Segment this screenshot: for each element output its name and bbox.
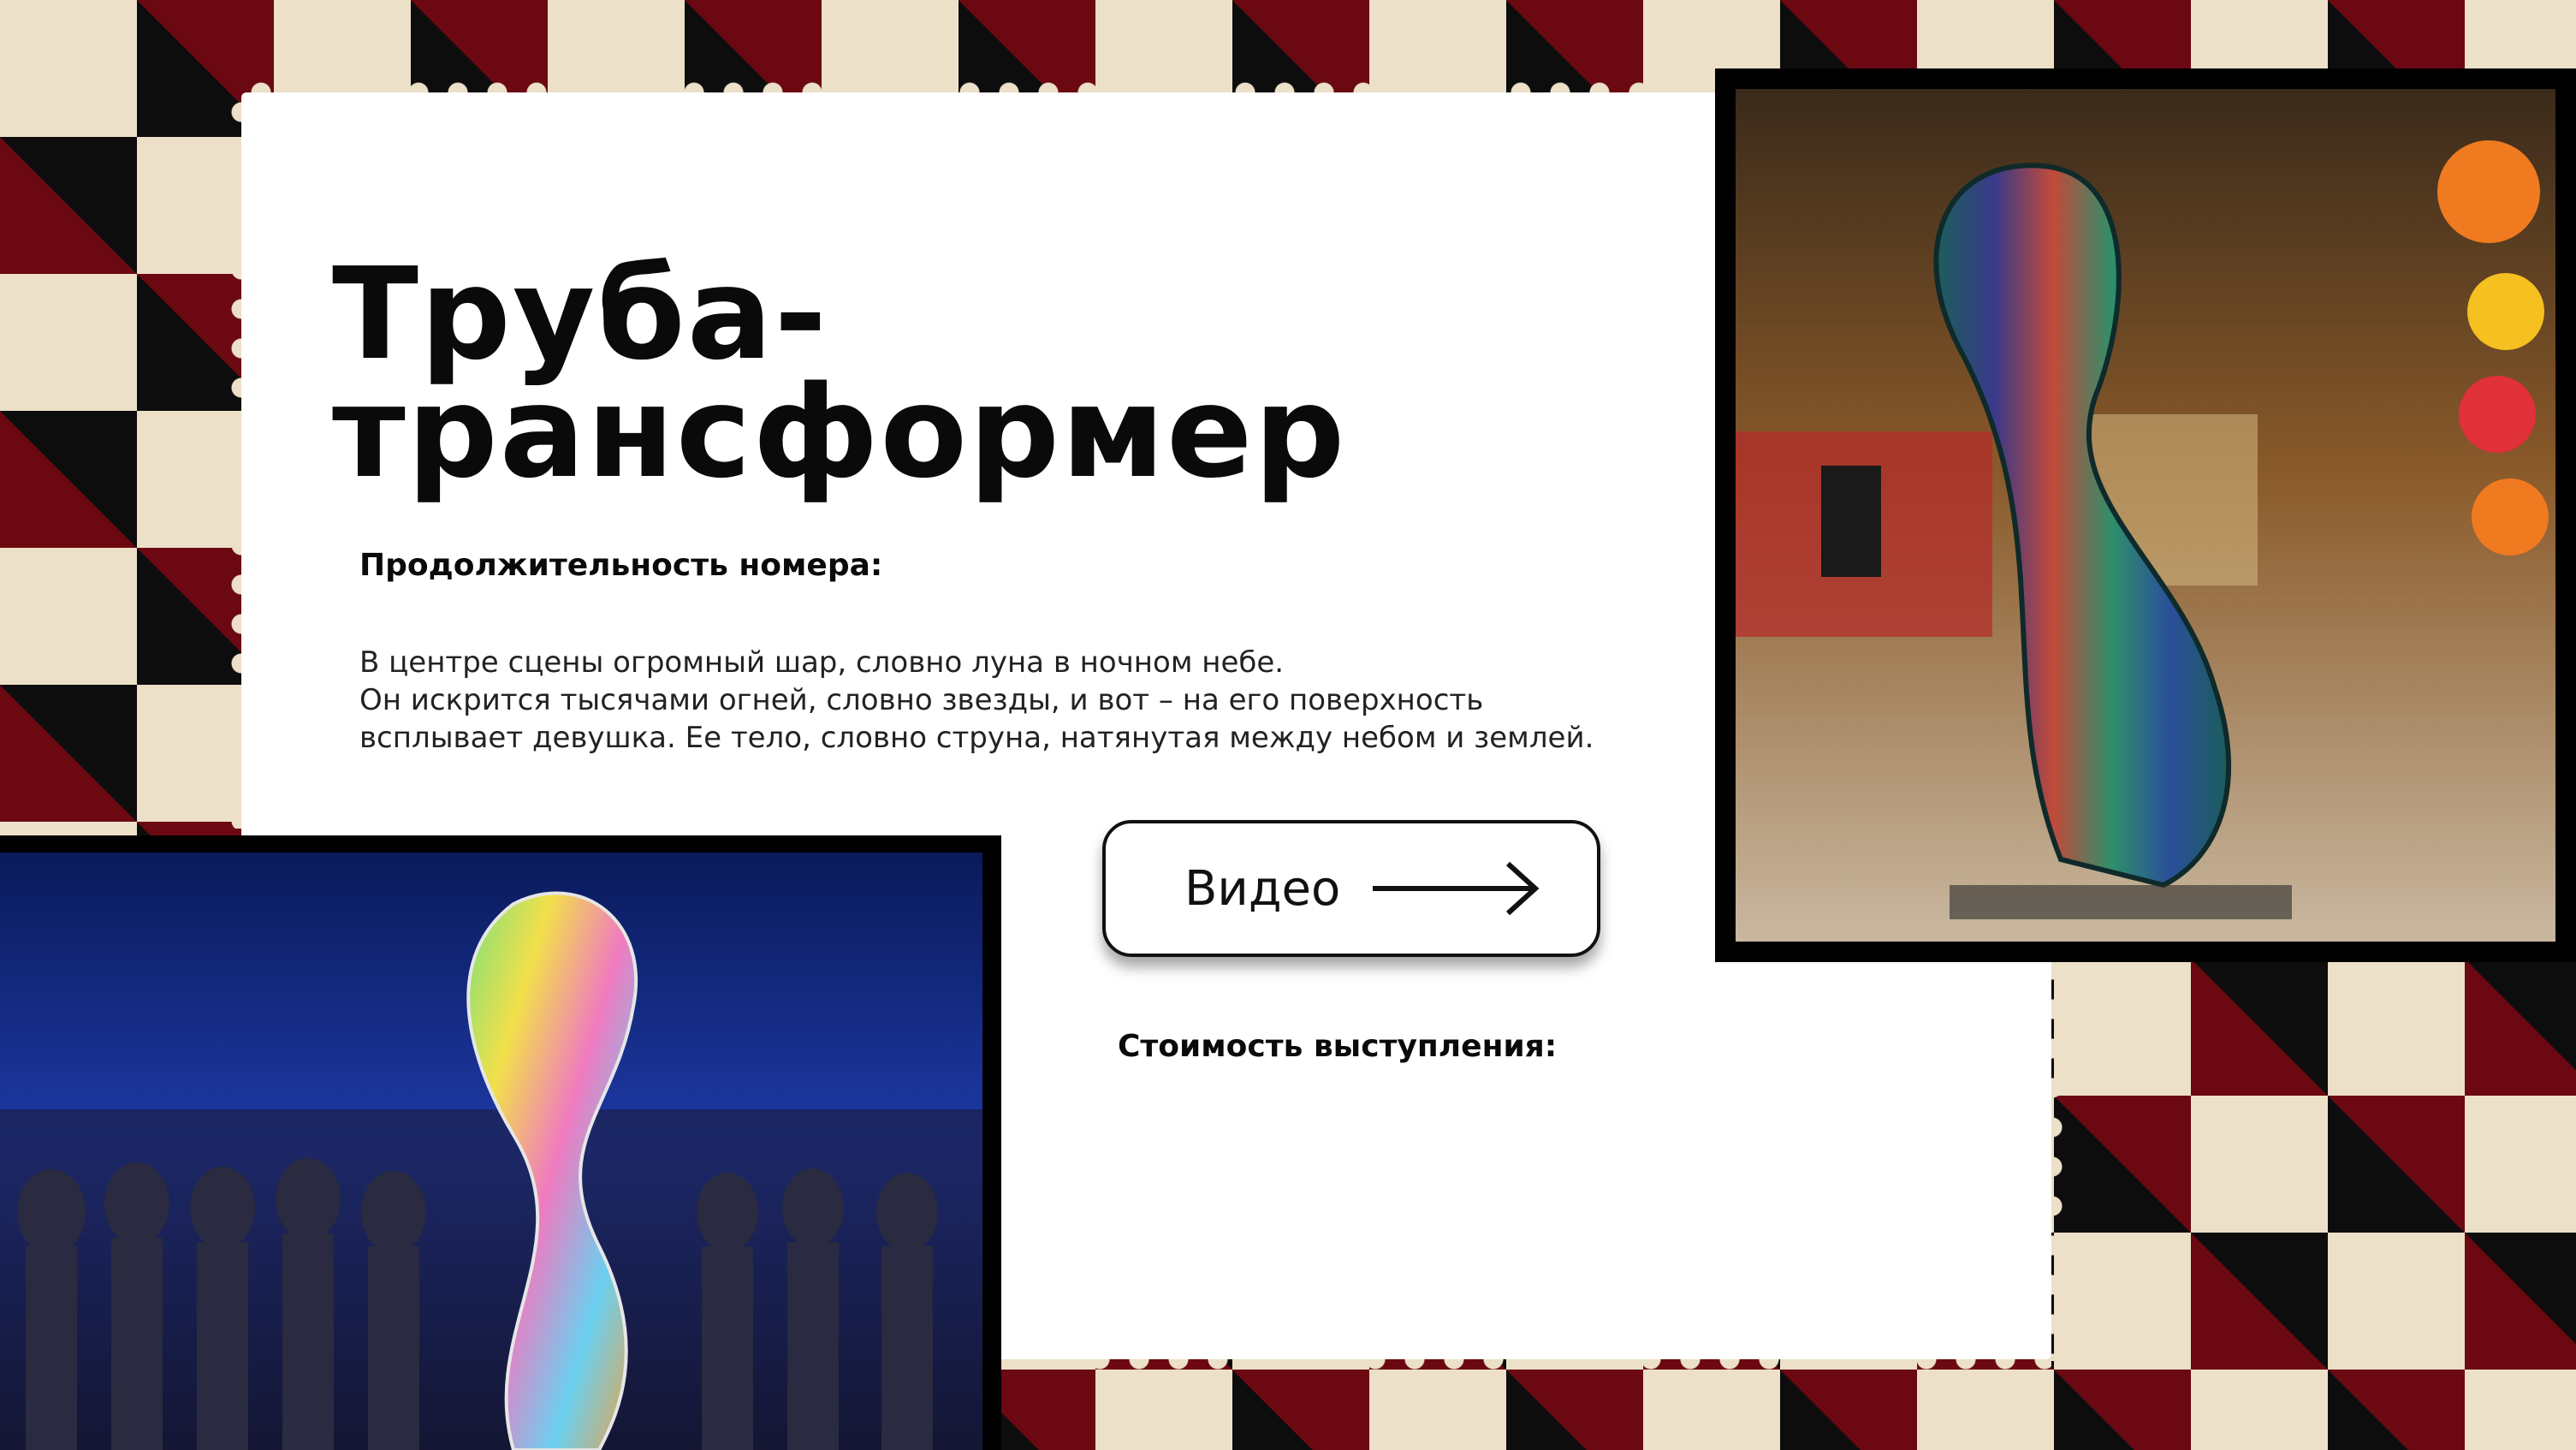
description-line-1: В центре сцены огромный шар, словно луна… bbox=[359, 645, 1285, 680]
photo-left-image bbox=[0, 853, 982, 1450]
title-line-2: трансформер bbox=[332, 359, 1347, 506]
arrow-right-icon bbox=[1373, 861, 1540, 916]
description: В центре сцены огромный шар, словно луна… bbox=[359, 644, 1695, 757]
duration-label: Продолжительность номера: bbox=[359, 548, 883, 583]
video-button-label: Видео bbox=[1184, 860, 1341, 917]
photo-right-image bbox=[1736, 89, 2555, 942]
page-title: Труба- трансформер bbox=[332, 241, 1347, 506]
performer-photo-right bbox=[1715, 68, 2576, 962]
video-button[interactable]: Видео bbox=[1102, 820, 1600, 957]
description-line-2: Он искрится тысячами огней, словно звезд… bbox=[359, 683, 1484, 717]
description-line-3: всплывает девушка. Ее тело, словно струн… bbox=[359, 721, 1594, 755]
cost-label: Стоимость выступления: bbox=[1118, 1029, 1558, 1064]
title-line-1: Труба- bbox=[332, 241, 829, 388]
performer-photo-left bbox=[0, 835, 1001, 1450]
